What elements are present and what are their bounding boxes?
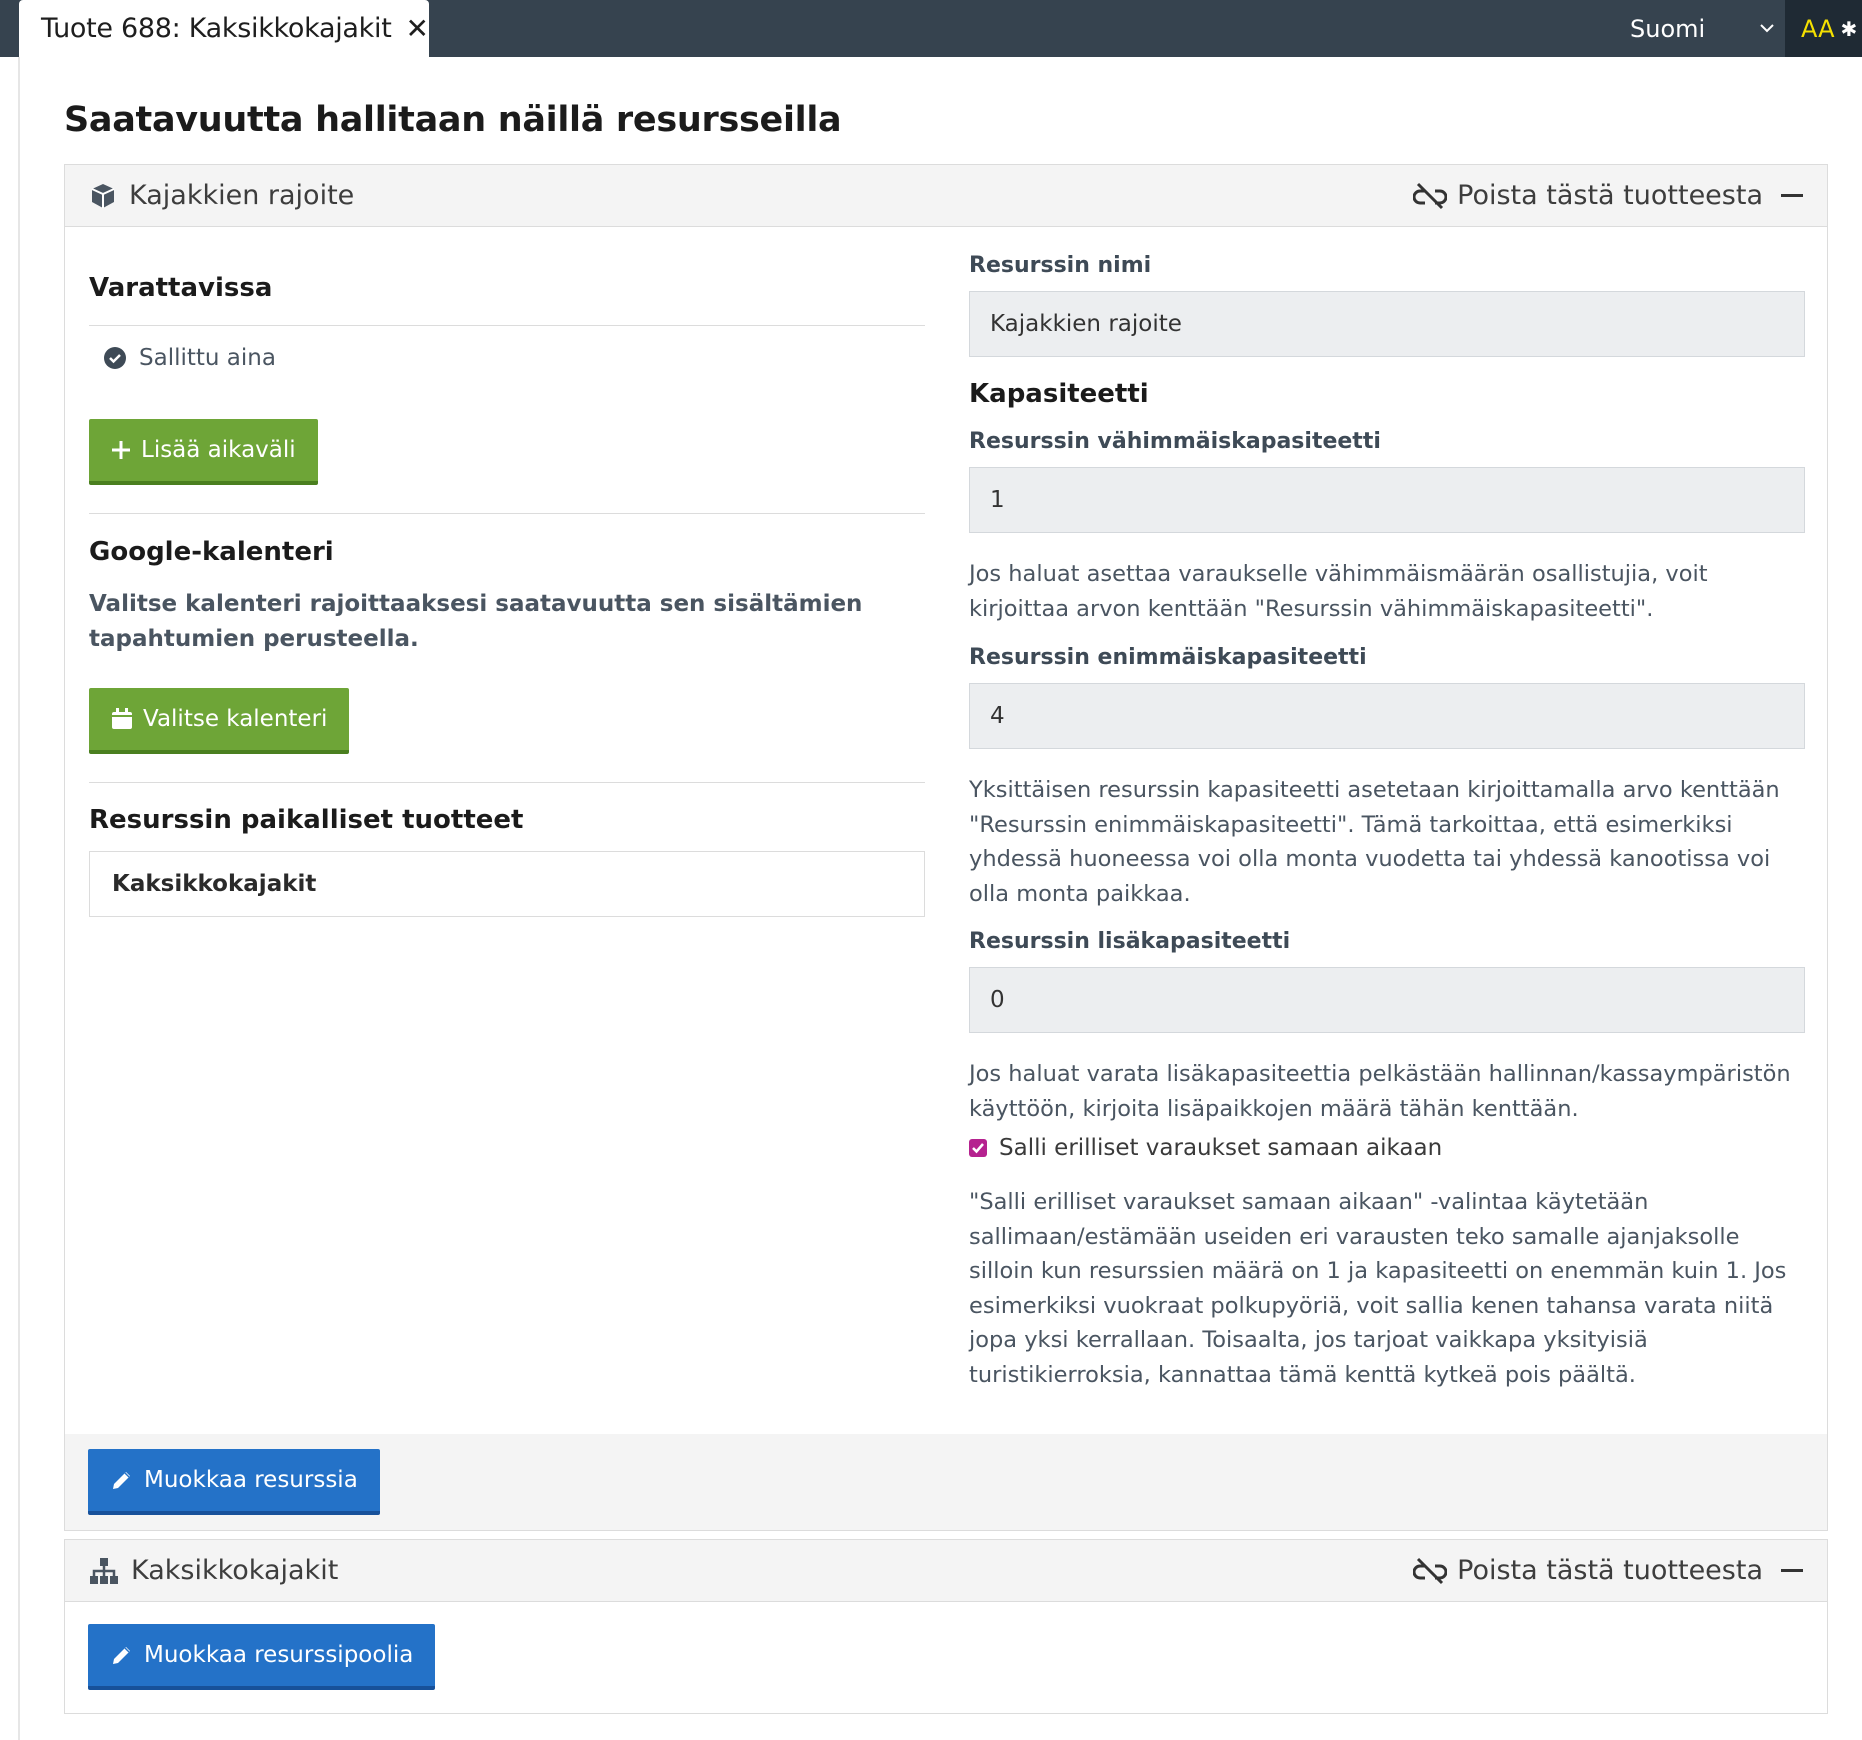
local-product-label: Kaksikkokajakit — [112, 871, 317, 897]
accessibility-label: AA — [1801, 14, 1835, 43]
concurrent-bookings-help: "Salli erilliset varaukset samaan aikaan… — [969, 1189, 1787, 1388]
extra-capacity-label: Resurssin lisäkapasiteetti — [969, 929, 1291, 954]
max-capacity-help: Yksittäisen resurssin kapasiteetti asete… — [969, 777, 1780, 907]
concurrent-bookings-option[interactable]: Salli erilliset varaukset samaan aikaan — [969, 1135, 1442, 1161]
calendar-icon — [112, 708, 132, 729]
max-capacity-field[interactable]: 4 — [969, 683, 1805, 749]
unlink-icon — [1413, 181, 1448, 211]
collapse-icon[interactable] — [1781, 194, 1803, 197]
collapse-icon[interactable] — [1781, 1569, 1803, 1572]
divider — [89, 513, 925, 514]
resource-panel: Kajakkien rajoite Poista tästä tuotteest… — [64, 164, 1828, 1531]
resource-pool-header[interactable]: Kaksikkokajakit Poista tästä tuotteesta — [65, 1540, 1827, 1602]
concurrent-bookings-label: Salli erilliset varaukset samaan aikaan — [999, 1135, 1443, 1161]
availability-status-label: Sallittu aina — [139, 345, 276, 371]
edit-resource-pool-label: Muokkaa resurssipoolia — [144, 1642, 414, 1668]
pool-title: Kaksikkokajakit — [131, 1555, 339, 1586]
remove-label: Poista tästä tuotteesta — [1457, 1555, 1763, 1586]
edit-resource-button[interactable]: Muokkaa resurssia — [88, 1449, 380, 1515]
plus-icon — [112, 441, 130, 459]
top-bar: Tuote 688: Kaksikkokajakit ✕ Suomi AA ✱ — [0, 0, 1862, 57]
edit-resource-label: Muokkaa resurssia — [144, 1467, 358, 1493]
resource-name-label: Resurssin nimi — [969, 253, 1152, 278]
tab-title: Tuote 688: Kaksikkokajakit — [41, 13, 392, 44]
google-calendar-description: Valitse kalenteri rajoittaaksesi saatavu… — [89, 591, 863, 652]
select-calendar-button[interactable]: Valitse kalenteri — [89, 688, 350, 754]
concurrent-bookings-checkbox[interactable] — [969, 1139, 987, 1157]
resource-panel-header[interactable]: Kajakkien rajoite Poista tästä tuotteest… — [65, 165, 1827, 227]
availability-status: Sallittu aina — [103, 345, 276, 371]
resource-panel-footer: Muokkaa resurssia — [65, 1434, 1827, 1530]
close-icon[interactable]: ✕ — [406, 14, 429, 43]
chevron-down-icon — [1759, 21, 1775, 37]
sitemap-icon — [89, 1557, 119, 1585]
gear-icon: ✱ — [1840, 16, 1858, 41]
remove-label: Poista tästä tuotteesta — [1457, 180, 1763, 211]
language-select[interactable]: Suomi — [1630, 0, 1785, 57]
edit-resource-pool-button[interactable]: Muokkaa resurssipoolia — [88, 1624, 436, 1690]
page-left-border — [18, 57, 20, 1740]
min-capacity-help: Jos haluat asettaa varaukselle vähimmäis… — [969, 561, 1708, 622]
divider — [89, 325, 925, 326]
local-product-item[interactable]: Kaksikkokajakit — [89, 851, 925, 917]
google-calendar-heading: Google-kalenteri — [89, 537, 334, 567]
pencil-icon — [113, 1647, 130, 1664]
resource-name-field[interactable]: Kajakkien rajoite — [969, 291, 1805, 357]
extra-capacity-help: Jos haluat varata lisäkapasiteettia pelk… — [969, 1061, 1791, 1122]
min-capacity-label: Resurssin vähimmäiskapasiteetti — [969, 429, 1381, 454]
add-interval-button[interactable]: Lisää aikaväli — [89, 419, 318, 485]
select-calendar-label: Valitse kalenteri — [143, 706, 328, 732]
resource-title: Kajakkien rajoite — [129, 180, 355, 211]
product-tab[interactable]: Tuote 688: Kaksikkokajakit ✕ — [19, 0, 429, 57]
local-products-heading: Resurssin paikalliset tuotteet — [89, 805, 524, 835]
divider — [89, 782, 925, 783]
resource-pool-panel: Kaksikkokajakit Poista tästä tuotteesta … — [64, 1539, 1828, 1714]
accessibility-button[interactable]: AA ✱ — [1785, 0, 1862, 57]
remove-resource-link[interactable]: Poista tästä tuotteesta — [1413, 180, 1803, 211]
pencil-icon — [113, 1472, 130, 1489]
remove-pool-link[interactable]: Poista tästä tuotteesta — [1413, 1555, 1803, 1586]
availability-heading: Varattavissa — [89, 273, 273, 303]
extra-capacity-field[interactable]: 0 — [969, 967, 1805, 1033]
check-icon — [972, 1143, 984, 1154]
min-capacity-field[interactable]: 1 — [969, 467, 1805, 533]
page-title: Saatavuutta hallitaan näillä resursseill… — [64, 100, 842, 140]
cube-icon — [89, 182, 117, 210]
language-label: Suomi — [1630, 14, 1706, 43]
max-capacity-label: Resurssin enimmäiskapasiteetti — [969, 645, 1367, 670]
add-interval-label: Lisää aikaväli — [141, 437, 296, 463]
unlink-icon — [1413, 1556, 1448, 1586]
capacity-heading: Kapasiteetti — [969, 379, 1149, 409]
check-circle-icon — [103, 346, 127, 370]
